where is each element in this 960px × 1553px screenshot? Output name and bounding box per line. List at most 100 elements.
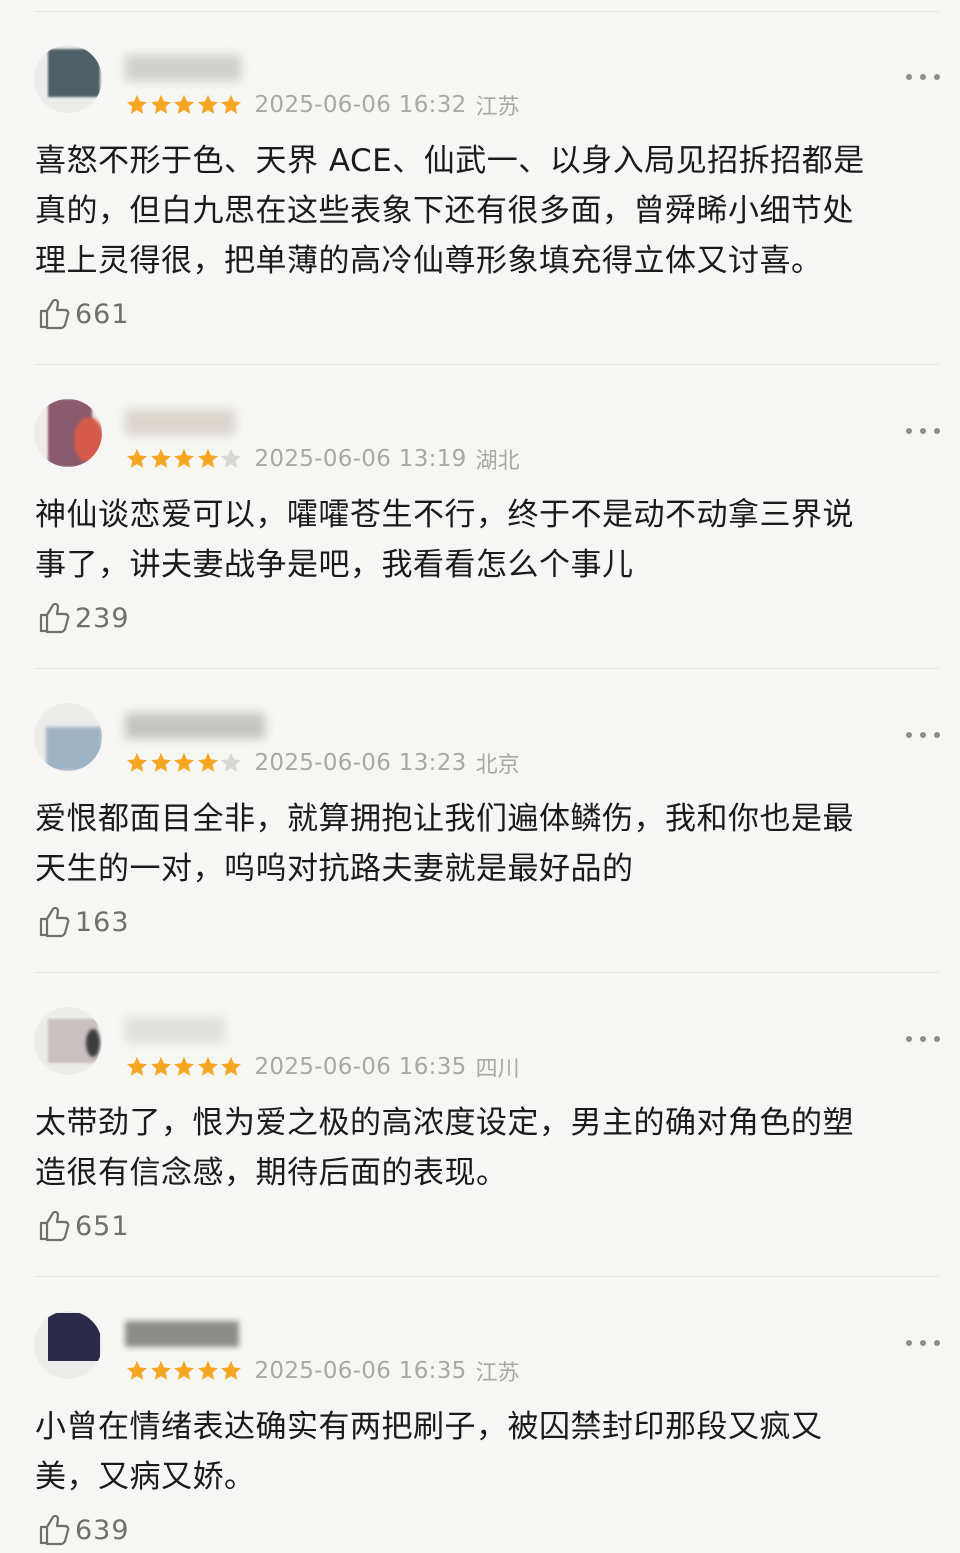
star-empty-icon	[221, 752, 241, 772]
thumbs-up-icon	[39, 602, 70, 634]
more-dot	[934, 732, 940, 738]
comment-text-line: 造很有信念感，期待后面的表现。	[35, 1155, 508, 1191]
like-count: 163	[75, 906, 130, 938]
star-filled-icon	[150, 94, 171, 114]
divider	[35, 1276, 940, 1277]
star-filled-icon	[197, 752, 218, 772]
more-dot	[920, 1340, 926, 1346]
comment-item: 2025-06-06 16:35 江苏 小曾在情绪表达确实有两把刷子，被囚禁封印…	[0, 1311, 960, 1553]
star-rating	[125, 751, 243, 775]
divider	[35, 668, 940, 669]
divider	[35, 11, 940, 12]
more-options-button[interactable]	[906, 1033, 940, 1045]
more-dot	[934, 1036, 940, 1042]
star-filled-icon	[221, 1360, 241, 1380]
more-dot	[920, 1036, 926, 1042]
comment-text: 太带劲了，恨为爱之极的高浓度设定，男主的确对角色的塑 造很有信念感，期待后面的表…	[35, 1098, 915, 1198]
like-count: 661	[75, 298, 130, 330]
star-filled-icon	[127, 1360, 147, 1380]
comment-meta: 2025-06-06 13:19 湖北	[125, 444, 520, 474]
divider	[35, 364, 940, 365]
more-dot	[934, 1340, 940, 1346]
more-options-button[interactable]	[906, 71, 940, 83]
avatar[interactable]	[34, 703, 102, 771]
star-rating	[125, 1359, 243, 1383]
star-filled-icon	[174, 1056, 194, 1076]
avatar[interactable]	[34, 45, 102, 113]
like-button[interactable]: 163	[37, 904, 130, 940]
star-filled-icon	[221, 94, 241, 114]
thumbs-up-icon	[39, 1514, 70, 1546]
more-dot	[934, 74, 940, 80]
divider	[35, 972, 940, 973]
star-filled-icon	[197, 1056, 218, 1076]
star-filled-icon	[150, 1056, 171, 1076]
comment-text-line: 太带劲了，恨为爱之极的高浓度设定，男主的确对角色的塑	[35, 1105, 854, 1141]
comment-item: 2025-06-06 16:35 四川 太带劲了，恨为爱之极的高浓度设定，男主的…	[0, 1007, 960, 1277]
more-options-button[interactable]	[906, 425, 940, 437]
star-filled-icon	[174, 448, 194, 468]
avatar[interactable]	[34, 1007, 102, 1075]
like-count: 239	[75, 602, 130, 634]
star-filled-icon	[127, 752, 147, 772]
star-filled-icon	[174, 94, 194, 114]
comment-location: 北京	[475, 753, 520, 778]
more-dot	[920, 74, 926, 80]
comment-location: 江苏	[475, 1361, 520, 1386]
like-button[interactable]: 239	[37, 600, 130, 636]
comment-meta: 2025-06-06 16:32 江苏	[125, 90, 520, 120]
comment-text-line: 喜怒不形于色、天界 ACE、仙武一、以身入局见招拆招都是	[35, 143, 865, 179]
star-filled-icon	[221, 1056, 241, 1076]
like-count: 651	[75, 1210, 130, 1242]
star-filled-icon	[127, 94, 147, 114]
star-empty-icon	[221, 448, 241, 468]
like-button[interactable]: 651	[37, 1208, 130, 1244]
comment-meta: 2025-06-06 16:35 江苏	[125, 1356, 520, 1386]
comment-date: 2025-06-06 13:23	[254, 750, 467, 776]
comment-text: 神仙谈恋爱可以，嚯嚯苍生不行，终于不是动不动拿三界说 事了，讲夫妻战争是吧，我看…	[35, 490, 915, 590]
username[interactable]	[125, 1017, 265, 1049]
avatar-image	[48, 1313, 100, 1361]
more-dots-icon	[906, 732, 912, 738]
comment-meta: 2025-06-06 16:35 四川	[125, 1052, 520, 1082]
avatar-image-accent	[74, 417, 102, 463]
comment-location: 四川	[475, 1057, 520, 1082]
comment-location: 湖北	[475, 449, 520, 474]
like-button[interactable]: 639	[37, 1512, 130, 1548]
comment-text-line: 爱恨都面目全非，就算拥抱让我们遍体鳞伤，我和你也是最	[35, 801, 854, 837]
comment-location: 江苏	[475, 95, 520, 120]
avatar-image-accent	[46, 727, 102, 771]
thumbs-up-icon	[39, 906, 70, 938]
comment-text: 小曾在情绪表达确实有两把刷子，被囚禁封印那段又疯又 美，又病又娇。	[35, 1402, 915, 1502]
comment-text-line: 神仙谈恋爱可以，嚯嚯苍生不行，终于不是动不动拿三界说	[35, 497, 854, 533]
star-filled-icon	[174, 752, 194, 772]
comment-feed: 2025-06-06 16:32 江苏 喜怒不形于色、天界 ACE、仙武一、以身…	[0, 0, 960, 1553]
username[interactable]	[125, 55, 265, 87]
star-filled-icon	[174, 1360, 194, 1380]
comment-text: 喜怒不形于色、天界 ACE、仙武一、以身入局见招拆招都是 真的，但白九思在这些表…	[35, 136, 915, 286]
comment-text-line: 美，又病又娇。	[35, 1459, 256, 1495]
more-options-button[interactable]	[906, 729, 940, 741]
more-dot	[934, 428, 940, 434]
star-filled-icon	[197, 1360, 218, 1380]
comment-date: 2025-06-06 16:35	[254, 1358, 467, 1384]
username[interactable]	[125, 409, 265, 441]
comment-text-line: 真的，但白九思在这些表象下还有很多面，曾舜晞小细节处	[35, 193, 854, 229]
avatar[interactable]	[34, 1311, 102, 1379]
username[interactable]	[125, 1321, 265, 1353]
star-filled-icon	[197, 448, 218, 468]
more-dots-icon	[906, 1340, 912, 1346]
star-filled-icon	[197, 94, 218, 114]
username[interactable]	[125, 713, 265, 745]
star-rating	[125, 93, 243, 117]
avatar[interactable]	[34, 399, 102, 467]
star-filled-icon	[127, 448, 147, 468]
comment-date: 2025-06-06 16:35	[254, 1054, 467, 1080]
comment-meta: 2025-06-06 13:23 北京	[125, 748, 520, 778]
star-rating	[125, 447, 243, 471]
more-dot	[920, 428, 926, 434]
more-dots-icon	[906, 428, 912, 434]
like-button[interactable]: 661	[37, 296, 130, 332]
more-dots-icon	[906, 1036, 912, 1042]
more-options-button[interactable]	[906, 1337, 940, 1349]
